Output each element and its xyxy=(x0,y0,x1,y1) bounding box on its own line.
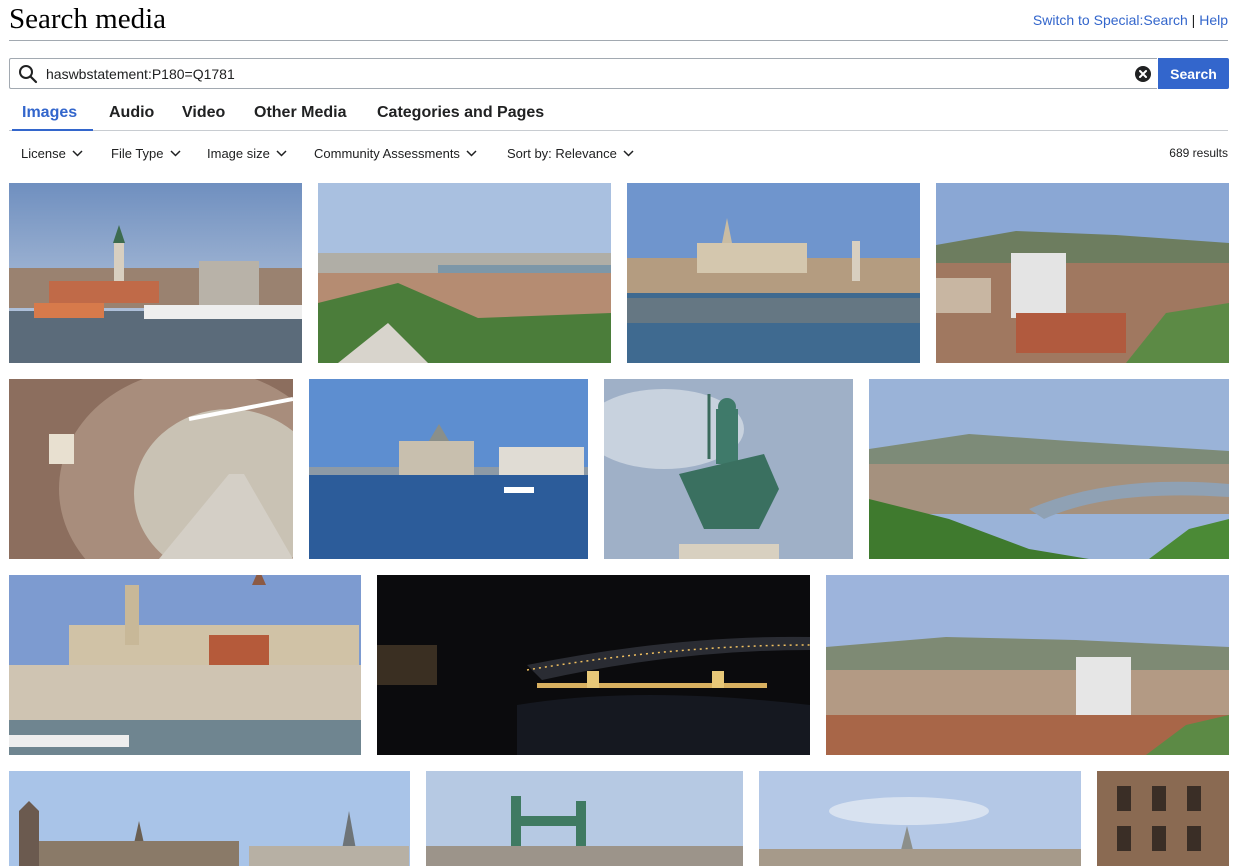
help-link[interactable]: Help xyxy=(1199,12,1228,28)
filter-file-type[interactable]: File Type xyxy=(111,146,181,161)
filter-license[interactable]: License xyxy=(21,146,83,161)
active-tab-indicator xyxy=(12,129,93,131)
filter-bar: License File Type Image size Community A… xyxy=(9,140,1228,166)
search-button[interactable]: Search xyxy=(1158,58,1229,89)
result-thumbnail[interactable] xyxy=(9,575,361,755)
filter-image-size-label: Image size xyxy=(207,146,270,161)
result-thumbnail[interactable] xyxy=(627,183,920,363)
result-thumbnail[interactable] xyxy=(426,771,743,866)
media-type-tabs: Images Audio Video Other Media Categorie… xyxy=(9,100,1228,131)
top-links-separator: | xyxy=(1191,12,1196,28)
result-thumbnail[interactable] xyxy=(936,183,1229,363)
tab-audio[interactable]: Audio xyxy=(109,104,154,122)
filter-file-type-label: File Type xyxy=(111,146,164,161)
page-title: Search media xyxy=(9,3,167,35)
result-thumbnail[interactable] xyxy=(759,771,1081,866)
result-thumbnail[interactable] xyxy=(9,771,410,866)
search-input[interactable] xyxy=(46,61,1116,86)
chevron-down-icon xyxy=(276,150,287,157)
result-thumbnail[interactable] xyxy=(9,183,302,363)
result-thumbnail[interactable] xyxy=(309,379,588,559)
chevron-down-icon xyxy=(169,150,181,157)
tab-images[interactable]: Images xyxy=(22,104,77,122)
chevron-down-icon xyxy=(623,150,634,157)
result-thumbnail[interactable] xyxy=(826,575,1229,755)
results-count: 689 results xyxy=(1169,146,1228,160)
tab-categories-and-pages[interactable]: Categories and Pages xyxy=(377,104,544,122)
chevron-down-icon xyxy=(72,150,83,157)
filter-sort-by-label: Sort by: Relevance xyxy=(507,146,617,161)
filter-license-label: License xyxy=(21,146,66,161)
tab-video[interactable]: Video xyxy=(182,104,225,122)
tab-other-media[interactable]: Other Media xyxy=(254,104,346,122)
search-icon xyxy=(19,65,38,84)
switch-to-special-search-link[interactable]: Switch to Special:Search xyxy=(1033,12,1188,28)
result-thumbnail[interactable] xyxy=(1097,771,1229,866)
top-links: Switch to Special:Search | Help xyxy=(1033,12,1228,28)
clear-icon[interactable] xyxy=(1135,66,1151,82)
filter-community-assessments[interactable]: Community Assessments xyxy=(314,146,477,161)
filter-image-size[interactable]: Image size xyxy=(207,146,287,161)
result-thumbnail[interactable] xyxy=(377,575,810,755)
title-divider xyxy=(9,40,1228,41)
filter-sort-by[interactable]: Sort by: Relevance xyxy=(507,146,634,161)
result-thumbnail[interactable] xyxy=(604,379,853,559)
search-box xyxy=(9,58,1157,89)
result-thumbnail[interactable] xyxy=(869,379,1229,559)
chevron-down-icon xyxy=(466,150,477,157)
filter-community-assessments-label: Community Assessments xyxy=(314,146,460,161)
result-thumbnail[interactable] xyxy=(9,379,293,559)
result-thumbnail[interactable] xyxy=(318,183,611,363)
